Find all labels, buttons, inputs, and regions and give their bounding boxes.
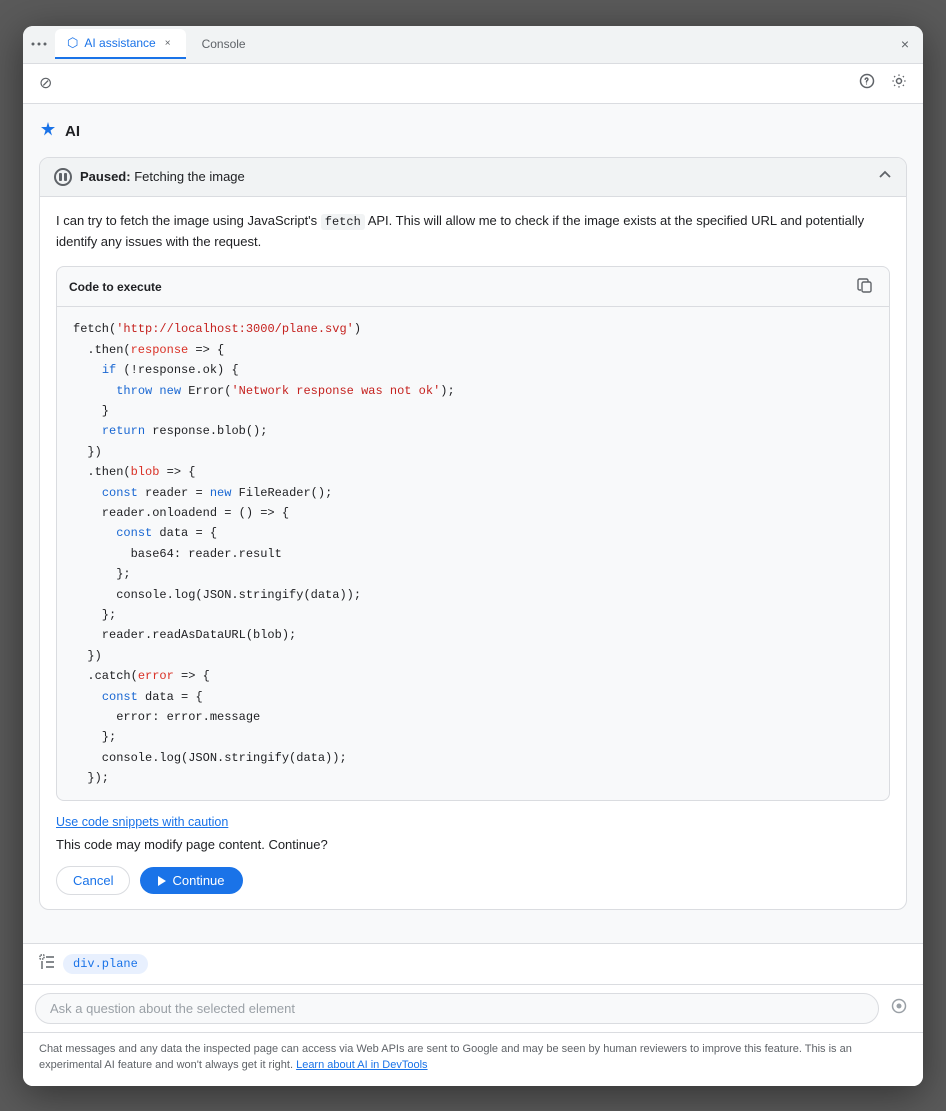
disclaimer-link[interactable]: Learn about AI in DevTools [296,1059,427,1071]
play-icon [158,876,166,886]
element-selector: div.plane [23,943,923,984]
tab-ai-label: AI assistance [84,36,155,50]
cancel-button[interactable]: Cancel [56,866,130,895]
settings-icon-button[interactable] [887,69,911,98]
code-block-header: Code to execute [57,267,889,307]
ai-header-icon [39,120,57,143]
ai-header: AI [39,120,907,143]
code-line: }; [73,727,873,747]
tab-bar: ⬡ AI assistance × Console × [23,26,923,64]
disclaimer: Chat messages and any data the inspected… [23,1032,923,1086]
question-input[interactable] [35,993,879,1024]
code-line: } [73,401,873,421]
code-block: Code to execute fetch('http://localhost:… [56,266,890,801]
code-line: .catch(error => { [73,666,873,686]
action-buttons: Cancel Continue [56,866,890,895]
code-line: const data = { [73,687,873,707]
code-line: }; [73,605,873,625]
tab-bar-menu[interactable] [31,36,47,52]
send-button[interactable] [887,994,911,1023]
help-icon [859,73,875,94]
code-block-body: fetch('http://localhost:3000/plane.svg')… [57,307,889,800]
message-text: I can try to fetch the image using JavaS… [56,211,890,253]
message-status: Paused: Fetching the image [80,169,245,184]
code-line: console.log(JSON.stringify(data)); [73,585,873,605]
help-icon-button[interactable] [855,69,879,98]
toolbar: ⊘ [23,64,923,104]
code-line: error: error.message [73,707,873,727]
settings-icon [891,73,907,94]
tab-ai-assistance[interactable]: ⬡ AI assistance × [55,29,186,59]
code-line: console.log(JSON.stringify(data)); [73,748,873,768]
message-card-header: Paused: Fetching the image [40,158,906,197]
code-line: .then(response => { [73,340,873,360]
code-line: throw new Error('Network response was no… [73,381,873,401]
ai-header-title: AI [65,123,80,140]
code-line: base64: reader.result [73,544,873,564]
main-content: AI Paused: Fetching the image [23,104,923,943]
code-line: const reader = new FileReader(); [73,483,873,503]
code-line: }; [73,564,873,584]
devtools-window: ⬡ AI assistance × Console × ⊘ [23,26,923,1086]
caution-link[interactable]: Use code snippets with caution [56,815,890,829]
copy-button[interactable] [853,275,877,298]
tab-console[interactable]: Console [190,31,258,57]
code-line: return response.blob(); [73,421,873,441]
toolbar-left: ⊘ [35,69,56,97]
pause-icon [54,168,72,186]
code-line: }); [73,768,873,788]
ai-tab-icon: ⬡ [67,35,78,51]
continue-button[interactable]: Continue [140,867,242,894]
selector-icon [39,954,55,973]
message-body: I can try to fetch the image using JavaS… [40,197,906,910]
code-line: const data = { [73,523,873,543]
code-line: if (!response.ok) { [73,360,873,380]
toolbar-right [855,69,911,98]
code-line: }) [73,442,873,462]
message-card: Paused: Fetching the image I can try to … [39,157,907,911]
collapse-button[interactable] [878,168,892,185]
input-bar [23,984,923,1032]
code-line: reader.onloadend = () => { [73,503,873,523]
tab-ai-close[interactable]: × [162,37,174,50]
code-block-title: Code to execute [69,280,162,294]
code-line: .then(blob => { [73,462,873,482]
disclaimer-text: Chat messages and any data the inspected… [39,1043,852,1072]
ban-icon: ⊘ [39,73,52,93]
code-line: }) [73,646,873,666]
ban-icon-button[interactable]: ⊘ [35,69,56,97]
tab-console-label: Console [202,37,246,51]
code-line: fetch('http://localhost:3000/plane.svg') [73,319,873,339]
warning-text: This code may modify page content. Conti… [56,837,890,852]
code-line: reader.readAsDataURL(blob); [73,625,873,645]
continue-label: Continue [172,873,224,888]
window-close-button[interactable]: × [895,32,915,56]
element-chip[interactable]: div.plane [63,954,148,974]
